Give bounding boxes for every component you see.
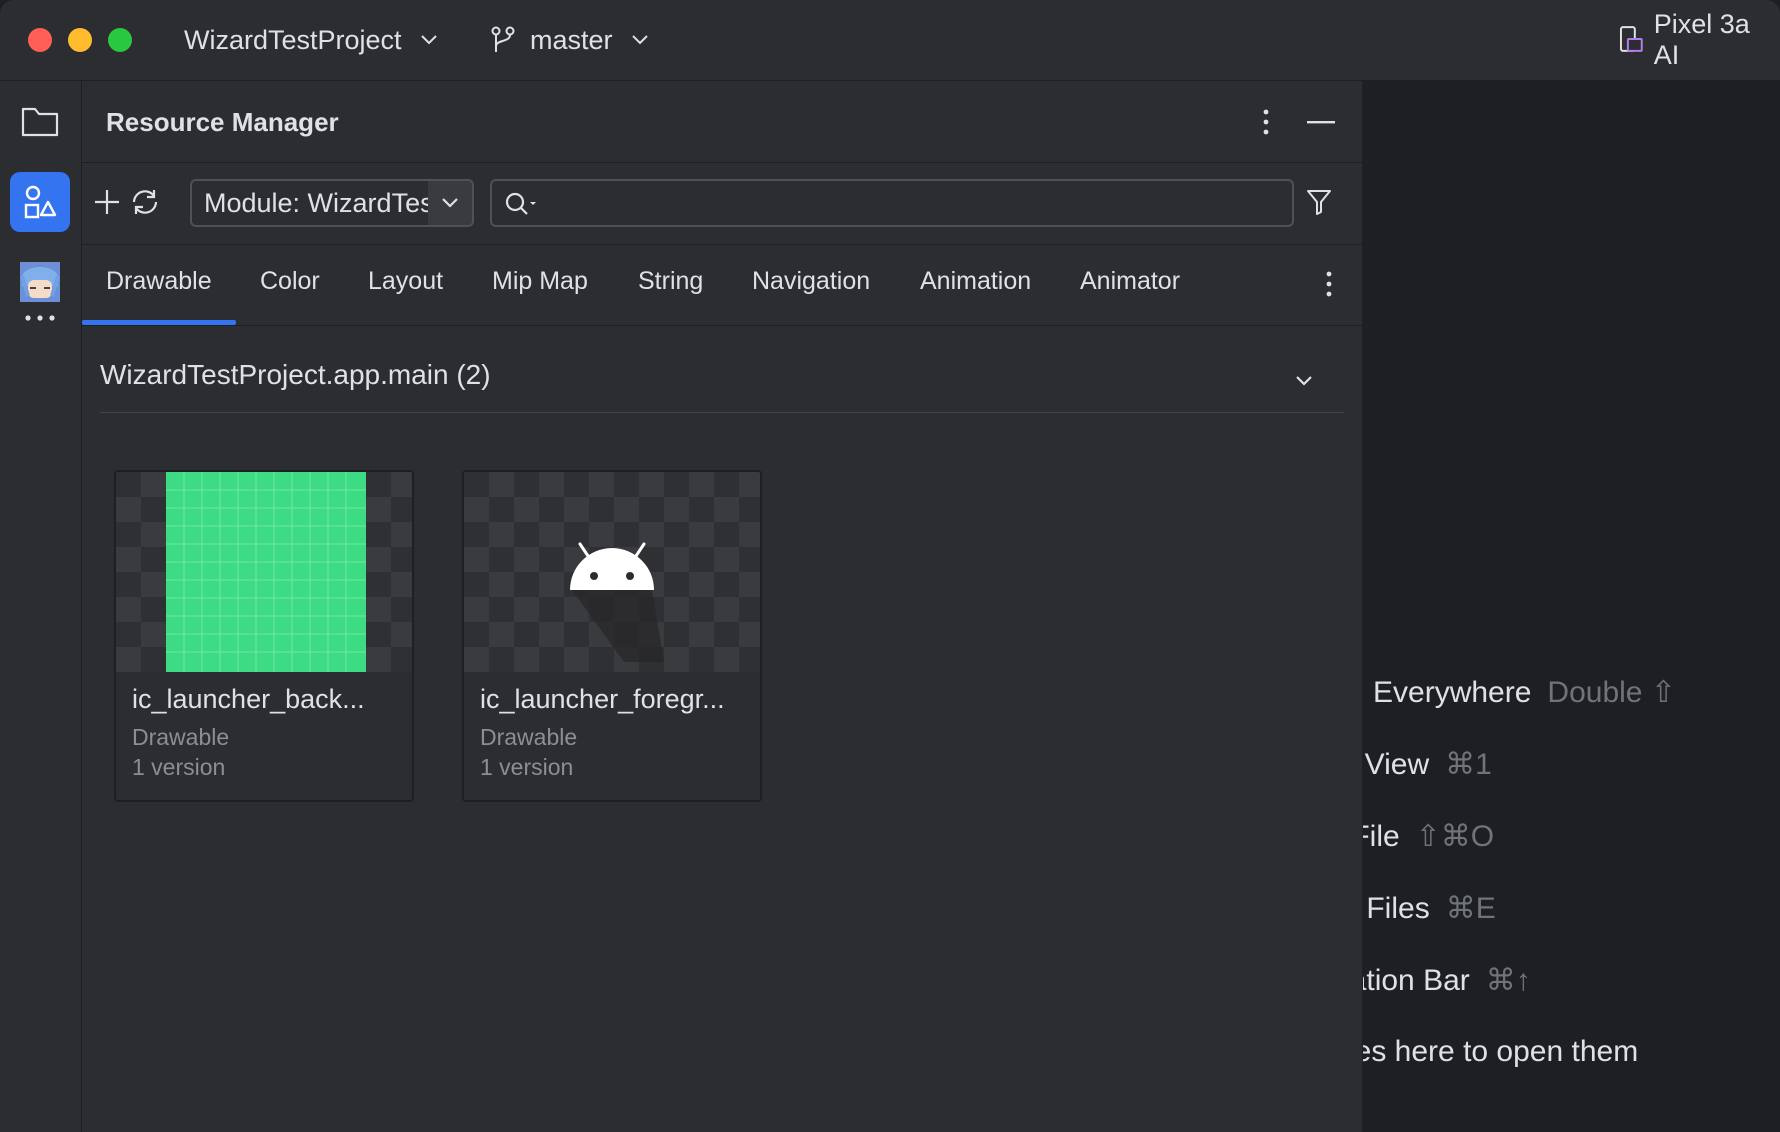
chevron-down-icon (631, 35, 648, 45)
device-selector[interactable]: Pixel 3a AI (1618, 9, 1780, 70)
hint-label: files here to open them (1363, 1035, 1639, 1068)
vcs-branch-widget[interactable]: master (490, 20, 649, 60)
more-icon (25, 315, 55, 321)
tab-drawable[interactable]: Drawable (106, 267, 212, 296)
hint-label: nt Files (1363, 892, 1430, 925)
module-dropdown[interactable]: Module: WizardTestProject.app (190, 179, 474, 227)
refresh-button[interactable] (128, 187, 162, 217)
tab-mip-map[interactable]: Mip Map (492, 267, 588, 296)
tab-layout[interactable]: Layout (368, 267, 443, 296)
drop-files-hint: files here to open them (1363, 1035, 1638, 1069)
more-tabs-button[interactable] (1322, 269, 1336, 299)
minimize-icon (1307, 121, 1335, 124)
recent-files-hint: nt Files ⌘E (1363, 891, 1496, 926)
resource-manager-panel: Resource Manager Module: WizardTestProje… (82, 81, 1363, 1132)
add-resource-button[interactable] (92, 187, 122, 217)
vertical-more-icon (1326, 271, 1332, 297)
tab-animator[interactable]: Animator (1080, 267, 1180, 296)
refresh-icon (132, 190, 158, 214)
tab-color[interactable]: Color (260, 267, 320, 296)
resource-version-count: 1 version (480, 754, 574, 780)
hint-shortcut: ⌘E (1445, 892, 1496, 925)
device-name: Pixel 3a AI (1653, 9, 1750, 70)
resource-group-title[interactable]: WizardTestProject.app.main (2) (100, 359, 491, 391)
more-tool-windows-button[interactable] (10, 288, 70, 348)
folder-icon (21, 107, 59, 137)
project-name: WizardTestProject (184, 24, 402, 55)
resource-manager-tool-button[interactable] (10, 172, 70, 232)
hint-label: ch Everywhere (1363, 676, 1532, 709)
chevron-down-icon (420, 35, 437, 45)
hint-shortcut: ⌘↑ (1485, 964, 1531, 997)
tab-navigation[interactable]: Navigation (752, 267, 870, 296)
project-view-hint: ct View ⌘1 (1363, 747, 1492, 782)
search-icon (505, 192, 536, 215)
resource-name: ic_launcher_foregr... (480, 684, 725, 714)
resource-type: Drawable (132, 724, 230, 750)
close-window-button[interactable] (28, 28, 52, 52)
module-dropdown-value: Module: WizardTestProject.app (204, 187, 430, 218)
tool-window-strip (0, 81, 82, 1132)
branch-icon (491, 26, 515, 52)
title-bar: WizardTestProject master Pixel 3a AI (0, 0, 1780, 81)
hide-panel-button[interactable] (1306, 107, 1336, 137)
plus-icon (95, 190, 119, 214)
resource-thumbnail (464, 472, 760, 672)
chevron-down-icon (1296, 376, 1312, 386)
device-icon (1619, 26, 1643, 52)
collapse-group-button[interactable] (1292, 371, 1316, 391)
divider (100, 412, 1344, 413)
hint-shortcut: ⌘1 (1445, 748, 1492, 781)
tab-string[interactable]: String (638, 267, 703, 296)
panel-title: Resource Manager (106, 107, 339, 137)
resource-version-count: 1 version (132, 754, 226, 780)
resource-type: Drawable (480, 724, 578, 750)
android-head-icon (570, 542, 664, 662)
hint-label: gation Bar (1363, 964, 1470, 997)
navigation-bar-hint: gation Bar ⌘↑ (1363, 963, 1531, 998)
hint-shortcut: ⇧⌘O (1415, 820, 1495, 853)
project-tool-button[interactable] (10, 91, 70, 151)
zoom-window-button[interactable] (108, 28, 132, 52)
editor-empty-area: ch Everywhere Double ⇧ ct View ⌘1 ) File ⇧⌘… (1363, 81, 1780, 1132)
resource-card[interactable]: ic_launcher_back... Drawable 1 version (114, 470, 414, 802)
hint-label: ) File (1363, 820, 1400, 853)
ide-window: WizardTestProject master Pixel 3a AI Res… (0, 0, 1780, 1132)
launcher-background-preview (166, 472, 366, 672)
vertical-more-icon (1263, 109, 1269, 135)
resource-manager-icon (24, 185, 57, 219)
search-input[interactable] (490, 179, 1294, 227)
branch-name: master (530, 24, 613, 55)
dropdown-arrow (428, 181, 472, 225)
filter-icon (1307, 190, 1331, 215)
panel-options-button[interactable] (1254, 107, 1278, 137)
chevron-down-icon (442, 198, 458, 208)
hint-label: ct View (1363, 748, 1430, 781)
divider (82, 244, 1362, 245)
resource-thumbnail (116, 472, 412, 672)
divider (82, 162, 1362, 163)
resource-name: ic_launcher_back... (132, 684, 365, 714)
go-to-file-hint: ) File ⇧⌘O (1363, 819, 1494, 854)
filter-button[interactable] (1304, 187, 1334, 217)
tab-animation[interactable]: Animation (920, 267, 1031, 296)
divider (82, 325, 1362, 326)
resource-card[interactable]: ic_launcher_foregr... Drawable 1 version (462, 470, 762, 802)
hint-shortcut: Double ⇧ (1547, 676, 1676, 709)
project-widget[interactable]: WizardTestProject (184, 20, 438, 60)
search-everywhere-hint: ch Everywhere Double ⇧ (1363, 675, 1676, 710)
minimize-window-button[interactable] (68, 28, 92, 52)
